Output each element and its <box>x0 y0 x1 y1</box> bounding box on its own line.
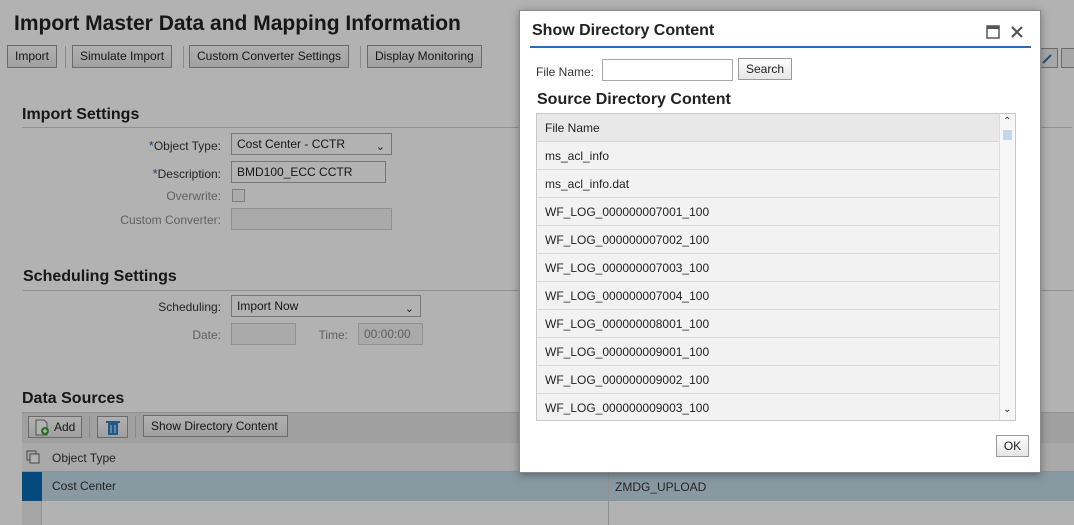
file-name: WF_LOG_000000008001_100 <box>545 317 710 331</box>
file-name: WF_LOG_000000007004_100 <box>545 289 710 303</box>
file-name: WF_LOG_000000009003_100 <box>545 401 710 415</box>
file-list-item[interactable]: WF_LOG_000000007002_100 <box>537 226 999 254</box>
close-icon[interactable] <box>1010 25 1024 39</box>
scroll-down-icon[interactable]: ⌄ <box>1003 404 1011 415</box>
file-list-item[interactable]: WF_LOG_000000009003_100 <box>537 394 999 420</box>
file-name-label: File Name: <box>536 65 595 79</box>
ok-button[interactable]: OK <box>996 435 1029 457</box>
show-directory-content-dialog: Show Directory Content File Name: Search… <box>519 10 1041 473</box>
file-list-item[interactable]: WF_LOG_000000008001_100 <box>537 310 999 338</box>
file-name: WF_LOG_000000007002_100 <box>545 233 710 247</box>
file-list-item[interactable]: ms_acl_info.dat <box>537 170 999 198</box>
file-list-item[interactable]: WF_LOG_000000007001_100 <box>537 198 999 226</box>
file-list-item[interactable]: WF_LOG_000000009002_100 <box>537 366 999 394</box>
file-name: WF_LOG_000000007001_100 <box>545 205 710 219</box>
scrollbar-thumb[interactable] <box>1003 130 1012 140</box>
vertical-scrollbar[interactable]: ⌃ ⌄ <box>999 114 1015 420</box>
scroll-up-icon[interactable]: ⌃ <box>1003 116 1011 127</box>
file-name: WF_LOG_000000007003_100 <box>545 261 710 275</box>
file-list-item[interactable]: WF_LOG_000000009001_100 <box>537 338 999 366</box>
file-list-item[interactable]: ms_acl_info <box>537 142 999 170</box>
file-name-column-header: File Name <box>545 121 600 135</box>
file-name-input[interactable] <box>602 59 733 81</box>
file-list-header[interactable]: File Name <box>537 114 999 142</box>
dialog-title: Show Directory Content <box>532 22 715 39</box>
file-list-item[interactable]: WF_LOG_000000007003_100 <box>537 254 999 282</box>
file-name: WF_LOG_000000009001_100 <box>545 345 710 359</box>
maximize-icon[interactable] <box>986 25 1000 39</box>
file-list: File Name ms_acl_info ms_acl_info.dat WF_L… <box>536 113 1016 421</box>
dialog-title-underline <box>530 46 1031 48</box>
file-name: ms_acl_info <box>545 149 610 163</box>
file-name: ms_acl_info.dat <box>545 177 630 191</box>
source-directory-title: Source Directory Content <box>537 91 731 108</box>
file-list-item[interactable]: WF_LOG_000000007004_100 <box>537 282 999 310</box>
search-button[interactable]: Search <box>738 58 792 80</box>
file-name: WF_LOG_000000009002_100 <box>545 373 710 387</box>
